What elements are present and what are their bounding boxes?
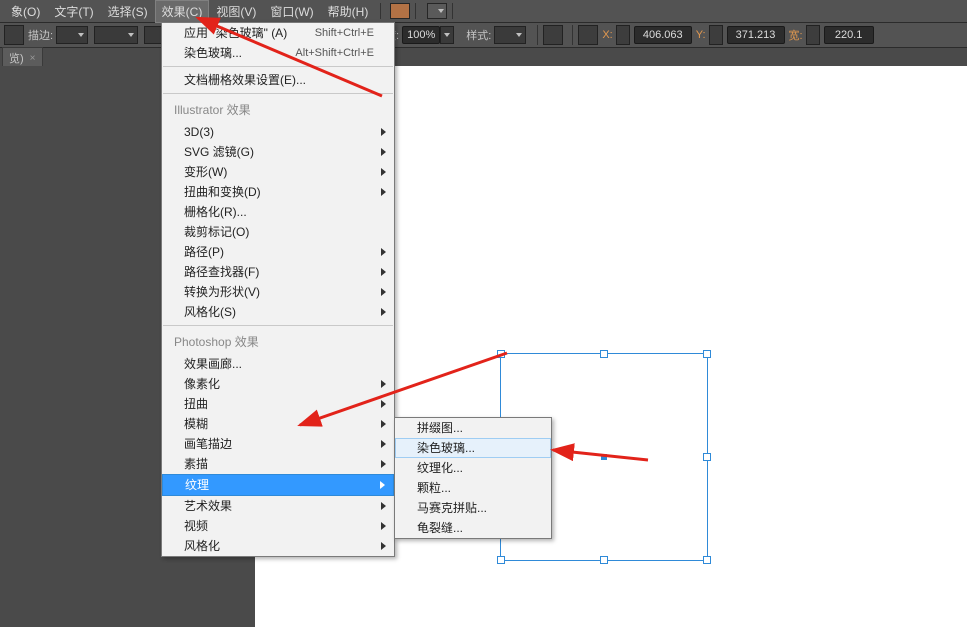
submenu-item[interactable]: 纹理化... — [395, 458, 551, 478]
style-swatch[interactable] — [494, 26, 526, 44]
menu-view[interactable]: 视图(V) — [209, 0, 263, 23]
menu-item[interactable]: 素描 — [162, 454, 394, 474]
menu-window[interactable]: 窗口(W) — [263, 0, 320, 23]
effect-menu: 应用 "染色玻璃" (A) Shift+Ctrl+E 染色玻璃... Alt+S… — [161, 22, 395, 557]
stroke-weight[interactable] — [94, 26, 138, 44]
separator — [163, 66, 393, 67]
section-photoshop: Photoshop 效果 — [162, 329, 394, 354]
menu-label: 应用 "染色玻璃" (A) — [184, 26, 287, 40]
divider — [572, 25, 573, 45]
menu-help[interactable]: 帮助(H) — [321, 0, 376, 23]
handle-nw[interactable] — [497, 350, 505, 358]
opacity-value[interactable]: 100% — [402, 26, 440, 44]
separator — [163, 325, 393, 326]
separator — [163, 93, 393, 94]
menu-item[interactable]: 裁剪标记(O) — [162, 222, 394, 242]
menu-item[interactable]: 像素化 — [162, 374, 394, 394]
object-icon[interactable] — [4, 25, 24, 45]
w-value[interactable]: 220.1 — [824, 26, 874, 44]
last-effect[interactable]: 染色玻璃... Alt+Shift+Ctrl+E — [162, 43, 394, 63]
document-tab[interactable]: 览) × — [2, 47, 43, 68]
bridge-icon[interactable] — [390, 3, 410, 19]
menu-item[interactable]: 路径(P) — [162, 242, 394, 262]
doc-raster-settings[interactable]: 文档栅格效果设置(E)... — [162, 70, 394, 90]
menu-item[interactable]: 路径查找器(F) — [162, 262, 394, 282]
separator — [415, 3, 416, 19]
divider — [537, 25, 538, 45]
style-label: 样式: — [466, 27, 491, 43]
align-icon[interactable] — [543, 25, 563, 45]
menu-item[interactable]: 变形(W) — [162, 162, 394, 182]
arrange-docs-icon[interactable] — [427, 3, 447, 19]
shortcut: Alt+Shift+Ctrl+E — [295, 43, 374, 63]
menu-item[interactable]: 风格化 — [162, 536, 394, 556]
menu-item[interactable]: 3D(3) — [162, 122, 394, 142]
menu-item[interactable]: 模糊 — [162, 414, 394, 434]
y-label: Y: — [696, 29, 706, 41]
menu-item[interactable]: 艺术效果 — [162, 496, 394, 516]
x-link-icon[interactable] — [616, 25, 630, 45]
handle-se[interactable] — [703, 556, 711, 564]
handle-n[interactable] — [600, 350, 608, 358]
shortcut: Shift+Ctrl+E — [315, 23, 374, 43]
options-bar: 描边: 度: 100% 样式: X: 406.063 Y: 371.213 宽:… — [0, 23, 967, 48]
submenu-item[interactable]: 马赛克拼贴... — [395, 498, 551, 518]
submenu-stained-glass[interactable]: 染色玻璃... — [395, 438, 551, 458]
x-label: X: — [602, 29, 612, 41]
menu-item[interactable]: 风格化(S) — [162, 302, 394, 322]
submenu-item[interactable]: 颗粒... — [395, 478, 551, 498]
submenu-item[interactable]: 拼缀图... — [395, 418, 551, 438]
menu-item[interactable]: 栅格化(R)... — [162, 202, 394, 222]
separator — [452, 3, 453, 19]
center-point[interactable] — [601, 454, 607, 460]
menu-item[interactable]: 画笔描边 — [162, 434, 394, 454]
y-value[interactable]: 371.213 — [727, 26, 785, 44]
menu-item[interactable]: 扭曲和变换(D) — [162, 182, 394, 202]
apply-last-effect[interactable]: 应用 "染色玻璃" (A) Shift+Ctrl+E — [162, 23, 394, 43]
close-icon[interactable]: × — [30, 53, 36, 64]
menu-item[interactable]: 转换为形状(V) — [162, 282, 394, 302]
w-label: 宽: — [789, 27, 803, 43]
stroke-color-swatch[interactable] — [56, 26, 88, 44]
separator — [380, 3, 381, 19]
opacity-dropdown[interactable] — [440, 26, 454, 44]
stroke-label: 描边: — [28, 27, 53, 43]
menu-item-texture[interactable]: 纹理 — [162, 474, 394, 496]
handle-sw[interactable] — [497, 556, 505, 564]
menubar: 象(O) 文字(T) 选择(S) 效果(C) 视图(V) 窗口(W) 帮助(H) — [0, 0, 967, 23]
x-value[interactable]: 406.063 — [634, 26, 692, 44]
handle-ne[interactable] — [703, 350, 711, 358]
w-link-icon[interactable] — [806, 25, 820, 45]
menu-item[interactable]: 扭曲 — [162, 394, 394, 414]
tab-label: 览) — [9, 50, 24, 66]
menu-type[interactable]: 文字(T) — [47, 0, 100, 23]
section-illustrator: Illustrator 效果 — [162, 97, 394, 122]
texture-submenu: 拼缀图...染色玻璃...纹理化...颗粒...马赛克拼贴...龟裂缝... — [394, 417, 552, 539]
menu-item[interactable]: 效果画廊... — [162, 354, 394, 374]
workspace — [0, 66, 967, 627]
handle-e[interactable] — [703, 453, 711, 461]
y-link-icon[interactable] — [709, 25, 723, 45]
menu-select[interactable]: 选择(S) — [101, 0, 155, 23]
submenu-item[interactable]: 龟裂缝... — [395, 518, 551, 538]
menu-label: 文档栅格效果设置(E)... — [184, 73, 306, 87]
menu-item[interactable]: 视频 — [162, 516, 394, 536]
menu-label: 染色玻璃... — [184, 46, 242, 60]
menu-effect[interactable]: 效果(C) — [155, 0, 210, 23]
menu-item[interactable]: SVG 滤镜(G) — [162, 142, 394, 162]
menu-object[interactable]: 象(O) — [4, 0, 47, 23]
handle-s[interactable] — [600, 556, 608, 564]
transform-icon[interactable] — [578, 25, 598, 45]
